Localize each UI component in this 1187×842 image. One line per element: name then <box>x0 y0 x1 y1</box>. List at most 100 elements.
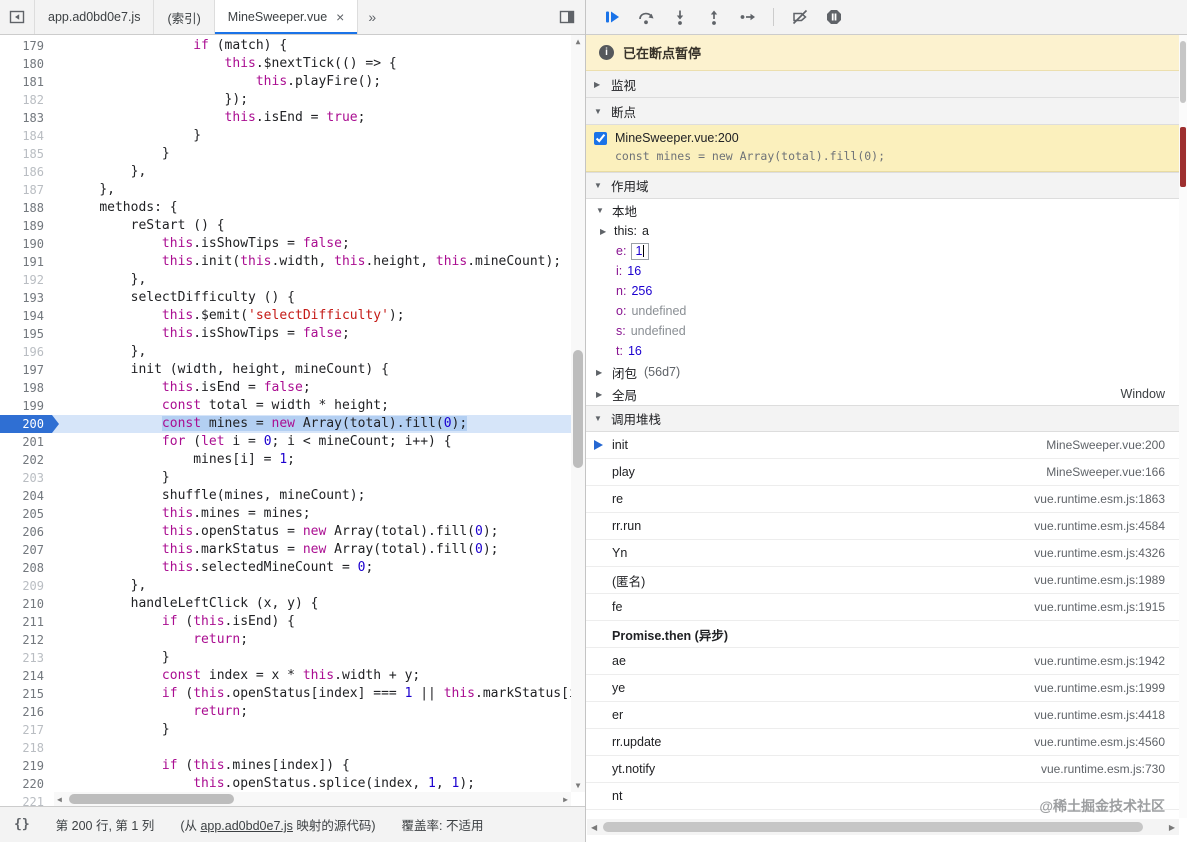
line-number-gutter[interactable]: 180 <box>0 55 52 73</box>
code-text[interactable]: } <box>52 649 170 667</box>
scroll-left-arrow-icon[interactable]: ◀ <box>57 795 62 804</box>
call-stack-frame[interactable]: rr.update vue.runtime.esm.js:4560 <box>586 729 1179 756</box>
code-text[interactable]: if (match) { <box>52 37 287 55</box>
line-number-gutter[interactable]: 211 <box>0 613 52 631</box>
scroll-right-arrow-icon[interactable]: ▶ <box>563 795 568 804</box>
code-text[interactable]: this.init(this.width, this.height, this.… <box>52 253 561 271</box>
tab-index[interactable]: (索引) <box>154 0 215 34</box>
line-number-gutter[interactable]: 186 <box>0 163 52 181</box>
call-stack-frame[interactable]: nt <box>586 783 1179 810</box>
code-text[interactable]: }); <box>52 91 248 109</box>
line-number-gutter[interactable]: 192 <box>0 271 52 289</box>
code-text[interactable]: }, <box>52 163 147 181</box>
line-number-gutter[interactable]: 195 <box>0 325 52 343</box>
code-text[interactable]: this.markStatus = new Array(total).fill(… <box>52 541 499 559</box>
line-number-gutter[interactable]: 182 <box>0 91 52 109</box>
scroll-left-arrow-icon[interactable]: ◀ <box>591 823 597 832</box>
tab-minesweeper-vue[interactable]: MineSweeper.vue × <box>214 0 359 34</box>
line-number-gutter[interactable]: 221 <box>0 793 52 806</box>
call-stack-frame[interactable]: re vue.runtime.esm.js:1863 <box>586 486 1179 513</box>
code-text[interactable]: this.isEnd = false; <box>52 379 311 397</box>
editor-vertical-scrollbar[interactable]: ▲ ▼ <box>571 35 585 792</box>
line-number-gutter[interactable]: 206 <box>0 523 52 541</box>
code-text[interactable]: mines[i] = 1; <box>52 451 295 469</box>
vertical-scroll-thumb[interactable] <box>1180 41 1186 103</box>
code-text[interactable]: this.playFire(); <box>52 73 381 91</box>
variable-value[interactable]: undefined <box>631 324 686 338</box>
line-number-gutter[interactable]: 209 <box>0 577 52 595</box>
line-number-gutter[interactable]: 214 <box>0 667 52 685</box>
line-number-gutter[interactable]: 204 <box>0 487 52 505</box>
line-number-gutter[interactable]: 190 <box>0 235 52 253</box>
call-stack-frame[interactable]: (匿名) vue.runtime.esm.js:1989 <box>586 567 1179 594</box>
execution-line-number[interactable]: 200 <box>0 415 59 433</box>
code-text[interactable] <box>52 739 162 757</box>
scope-global-header[interactable]: ▶ 全局 Window <box>586 383 1179 405</box>
code-text[interactable]: for (let i = 0; i < mineCount; i++) { <box>52 433 452 451</box>
line-number-gutter[interactable]: 193 <box>0 289 52 307</box>
line-number-gutter[interactable]: 220 <box>0 775 52 793</box>
breakpoint-checkbox[interactable] <box>594 131 607 145</box>
call-stack-frame[interactable]: er vue.runtime.esm.js:4418 <box>586 702 1179 729</box>
code-text[interactable]: this.mines = mines; <box>52 505 311 523</box>
tab-app-js[interactable]: app.ad0bd0e7.js <box>35 0 155 34</box>
section-watch[interactable]: ▶ 监视 <box>586 71 1179 98</box>
code-text[interactable]: }, <box>52 181 115 199</box>
line-number-gutter[interactable]: 203 <box>0 469 52 487</box>
call-stack-frame[interactable]: init MineSweeper.vue:200 <box>586 432 1179 459</box>
code-text[interactable]: } <box>52 127 201 145</box>
call-stack-frame[interactable]: ae vue.runtime.esm.js:1942 <box>586 648 1179 675</box>
code-text[interactable]: this.isShowTips = false; <box>52 325 350 343</box>
pretty-print-button[interactable]: {} <box>14 817 30 832</box>
line-number-gutter[interactable]: 201 <box>0 433 52 451</box>
line-number-gutter[interactable]: 197 <box>0 361 52 379</box>
call-stack-frame[interactable]: Yn vue.runtime.esm.js:4326 <box>586 540 1179 567</box>
line-number-gutter[interactable]: 212 <box>0 631 52 649</box>
section-breakpoints[interactable]: ▼ 断点 <box>586 98 1179 125</box>
code-text[interactable]: const total = width * height; <box>52 397 389 415</box>
code-text[interactable]: handleLeftClick (x, y) { <box>52 595 319 613</box>
variable-value[interactable]: undefined <box>631 304 686 318</box>
scroll-up-arrow-icon[interactable]: ▲ <box>571 37 585 46</box>
line-number-gutter[interactable]: 183 <box>0 109 52 127</box>
source-map-link[interactable]: app.ad0bd0e7.js <box>200 819 292 833</box>
variable-value[interactable]: 256 <box>631 284 652 298</box>
section-call-stack[interactable]: ▼ 调用堆栈 <box>586 405 1179 432</box>
navigator-toggle-button[interactable] <box>0 0 35 34</box>
scope-this-row[interactable]: ▶ this: a <box>586 221 1179 241</box>
line-number-gutter[interactable]: 202 <box>0 451 52 469</box>
code-text[interactable]: this.isEnd = true; <box>52 109 366 127</box>
code-text[interactable]: } <box>52 721 170 739</box>
code-text[interactable]: this.$nextTick(() => { <box>52 55 397 73</box>
horizontal-scroll-thumb[interactable] <box>603 822 1143 832</box>
line-number-gutter[interactable]: 216 <box>0 703 52 721</box>
call-stack-frame[interactable]: play MineSweeper.vue:166 <box>586 459 1179 486</box>
breakpoint-location[interactable]: MineSweeper.vue:200 <box>615 131 739 145</box>
code-text[interactable]: selectDifficulty () { <box>52 289 295 307</box>
call-stack-frame[interactable]: Promise.then (异步) <box>586 621 1179 648</box>
code-text[interactable]: this.isShowTips = false; <box>52 235 350 253</box>
line-number-gutter[interactable]: 198 <box>0 379 52 397</box>
line-number-gutter[interactable]: 188 <box>0 199 52 217</box>
section-scope[interactable]: ▼ 作用域 <box>586 172 1179 199</box>
step-out-button[interactable] <box>698 3 729 31</box>
code-text[interactable]: }, <box>52 343 147 361</box>
line-number-gutter[interactable]: 219 <box>0 757 52 775</box>
line-number-gutter[interactable]: 205 <box>0 505 52 523</box>
call-stack-frame[interactable]: ye vue.runtime.esm.js:1999 <box>586 675 1179 702</box>
code-text[interactable]: const mines = new Array(total).fill(0); <box>52 415 468 433</box>
line-number-gutter[interactable]: 194 <box>0 307 52 325</box>
line-number-gutter[interactable]: 215 <box>0 685 52 703</box>
sidebar-horizontal-scrollbar[interactable]: ◀ ▶ <box>587 819 1179 835</box>
line-number-gutter[interactable]: 210 <box>0 595 52 613</box>
code-text[interactable]: this.openStatus = new Array(total).fill(… <box>52 523 499 541</box>
code-text[interactable]: const index = x * this.width + y; <box>52 667 420 685</box>
code-text[interactable]: }, <box>52 577 147 595</box>
code-text[interactable]: reStart () { <box>52 217 225 235</box>
variable-value[interactable]: 16 <box>628 344 642 358</box>
pause-on-exceptions-button[interactable] <box>818 3 849 31</box>
vertical-scroll-thumb[interactable] <box>573 350 583 468</box>
code-text[interactable]: } <box>52 145 170 163</box>
code-text[interactable]: this.$emit('selectDifficulty'); <box>52 307 405 325</box>
step-button[interactable] <box>732 3 763 31</box>
